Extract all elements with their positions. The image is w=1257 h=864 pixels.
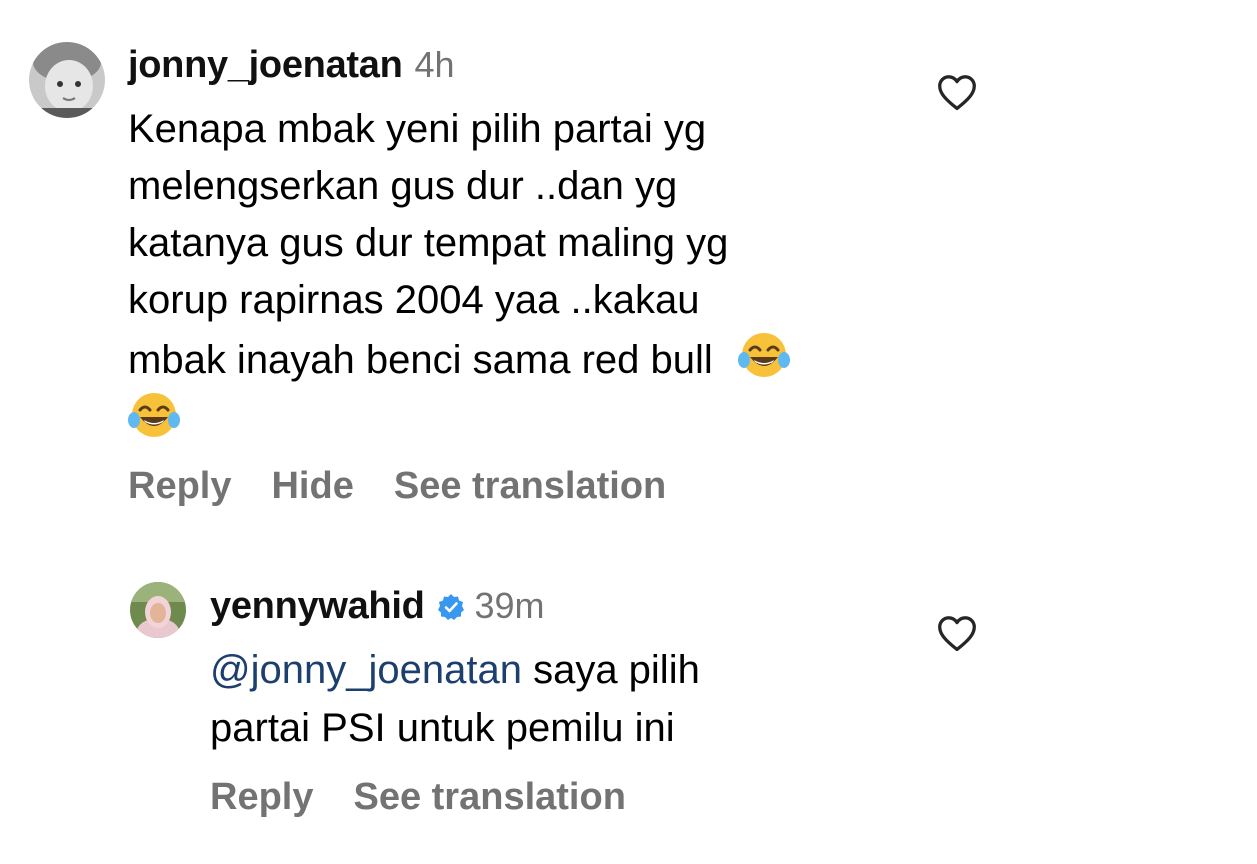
comment-line: melengserkan gus dur ..dan yg [128, 164, 678, 208]
username-link[interactable]: jonny_joenatan [128, 44, 403, 87]
comment-line [128, 389, 790, 449]
face-with-tears-of-joy-emoji [128, 389, 180, 441]
comment-line: katanya gus dur tempat maling yg [128, 221, 729, 265]
comment-line-text: mbak inayah benci sama red bull [128, 338, 713, 382]
hide-button[interactable]: Hide [271, 465, 353, 508]
comment-timestamp: 4h [414, 44, 455, 85]
reply-timestamp: 39m [474, 585, 545, 626]
avatar-yennywahid[interactable] [130, 582, 186, 638]
face-with-tears-of-joy-emoji [737, 329, 790, 381]
verified-badge-icon [437, 593, 465, 621]
comment-line: Kenapa mbak yeni pilih partai yg [128, 107, 707, 151]
reply-actions: Reply See translation [210, 776, 626, 819]
avatar-jonny[interactable] [29, 42, 105, 118]
reply-button[interactable]: Reply [128, 465, 231, 508]
comment-line: korup rapirnas 2004 yaa ..kakau [128, 278, 700, 322]
mention-link[interactable]: @jonny_joenatan [210, 648, 522, 692]
comment-body: Kenapa mbak yeni pilih partai yg melengs… [128, 101, 790, 449]
comment-line: mbak inayah benci sama red bull [128, 329, 790, 389]
reply-header: yennywahid 39m [210, 585, 545, 628]
reply-text: saya pilih [521, 648, 700, 692]
reply-line: partai PSI untuk pemilu ini [210, 706, 675, 750]
heart-outline-icon[interactable] [936, 73, 978, 111]
heart-outline-icon[interactable] [936, 614, 978, 652]
comment-actions: Reply Hide See translation [128, 465, 666, 508]
see-translation-button[interactable]: See translation [353, 776, 625, 819]
reply-line: @jonny_joenatan saya pilih [210, 641, 700, 699]
reply-button[interactable]: Reply [210, 776, 313, 819]
reply-body: @jonny_joenatan saya pilih partai PSI un… [210, 641, 700, 757]
username-link[interactable]: yennywahid [210, 585, 425, 628]
comment-header: jonny_joenatan 4h [128, 44, 455, 87]
see-translation-button[interactable]: See translation [394, 465, 666, 508]
